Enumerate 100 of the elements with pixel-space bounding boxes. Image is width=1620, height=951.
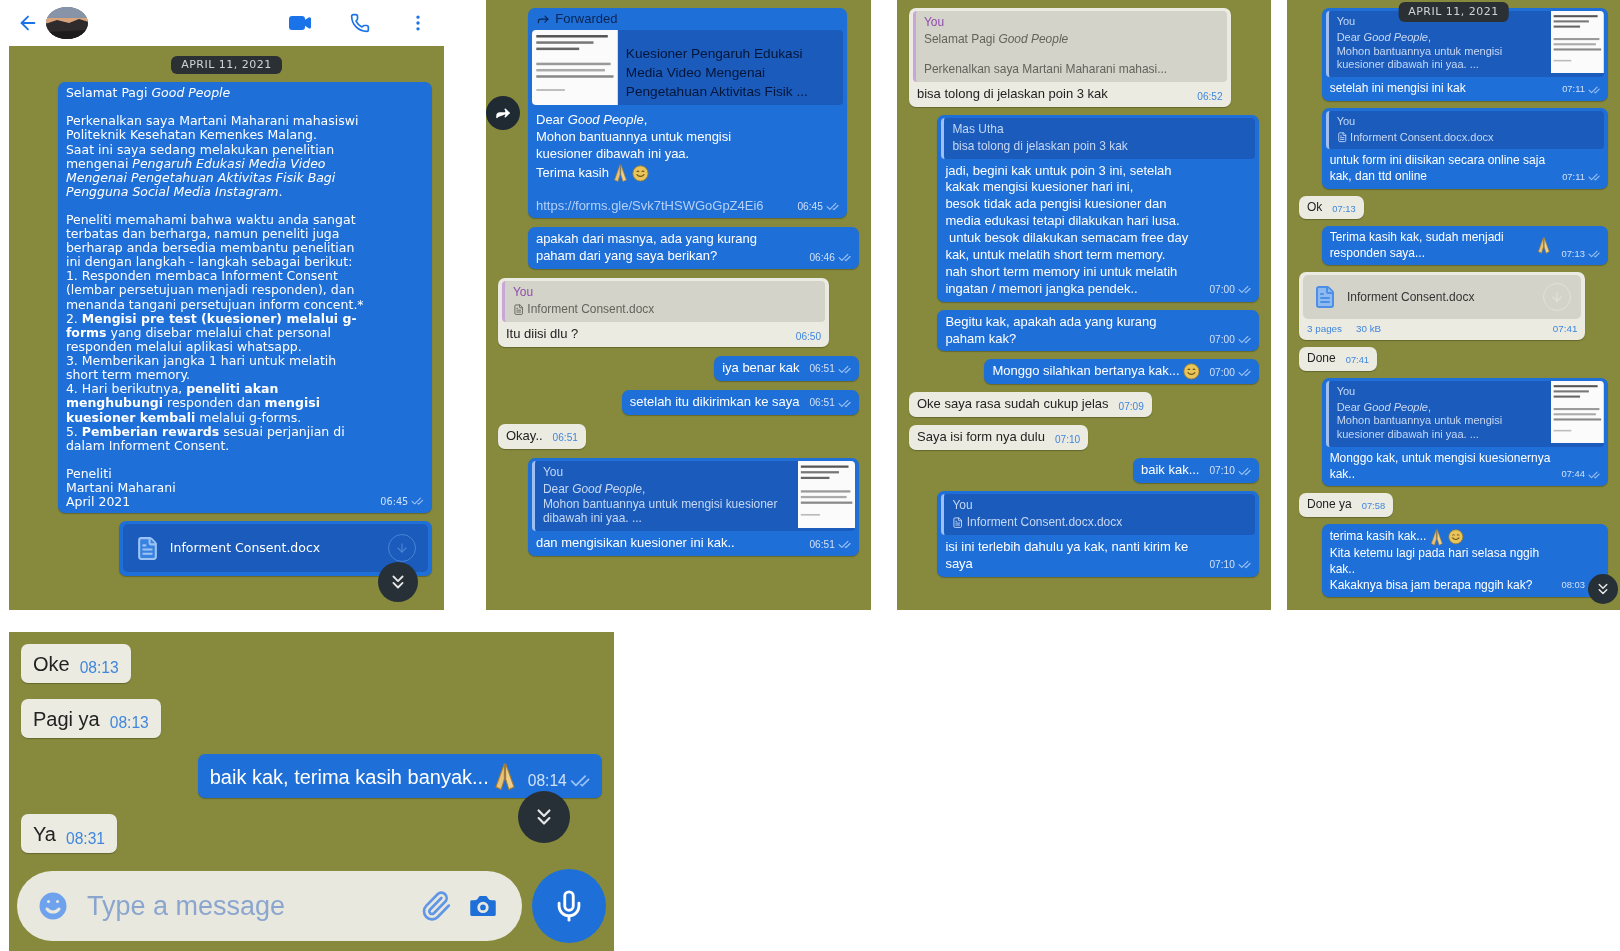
file-name: Informent Consent.docx <box>1347 289 1476 306</box>
date-chip: APRIL 11, 2021 <box>171 56 282 75</box>
message-text: setelah itu dikirimkan ke saya <box>629 393 800 411</box>
message-text: Pagi ya <box>33 707 100 732</box>
document-message[interactable]: Informent Consent.docx 3 pages 30 kB 07:41 <box>1299 272 1586 341</box>
message-text: bisa tolong di jelaskan poin 3 kak <box>917 85 1108 103</box>
message-time: 07:44 <box>1561 470 1585 480</box>
scroll-down-button[interactable] <box>518 791 570 843</box>
message-text: Itu diisi dlu ? <box>506 326 579 343</box>
quote-author: You <box>513 285 534 301</box>
message-text: Kakaknya bisa jam berapa nggih kak? <box>1329 577 1533 594</box>
message-input[interactable]: Type a message <box>17 871 522 942</box>
message-time: 07:11 <box>1562 85 1585 95</box>
message-text: Martani Maharani <box>65 480 177 495</box>
document-message[interactable]: Informent Consent.docx <box>118 521 432 577</box>
message-text: Peneliti <box>65 466 113 481</box>
message-text: Monggo silahkan bertanya kak... <box>992 363 1180 381</box>
double-check-icon <box>1587 171 1600 184</box>
quote-text: Informent Consent.docx.docx <box>1350 130 1494 145</box>
document-icon <box>1313 285 1337 310</box>
quoted-message[interactable]: You Informent Consent.docx <box>502 281 826 323</box>
forwarded-label: Forwarded <box>555 11 618 28</box>
message-text: iya benar kak <box>722 359 800 377</box>
message-text: baik kak... <box>1140 462 1200 479</box>
message-text: Okay.. <box>506 427 543 445</box>
quoted-message[interactable]: Mas Utha bisa tolong di jelaskan poin 3 kak <box>941 117 1255 159</box>
link-preview[interactable]: Kuesioner Pengaruh Edukasi Media Video Mengenai Pengetahuan Aktivitas Fisik ... <box>532 29 843 106</box>
quote-author: You <box>1336 114 1356 129</box>
message-time: 06:46 <box>809 252 835 263</box>
message-time: 07:13 <box>1332 204 1356 215</box>
file-name: Informent Consent.docx <box>169 541 322 556</box>
message-text: Mohon bantuannya untuk mengisi kuesioner dibawah ini yaa. <box>536 129 733 163</box>
quote-text: Dear Good People, Mohon bantuannya untuk mengisi kuesioner dibawah ini yaa. ... <box>1336 30 1504 73</box>
message-text: Peneliti memahami bahwa waktu anda sangat terbatas dan berharga, namun peneliti juga berharap anda bersedia membantu penelitian ini dengan langkah - langkah sebagai berikut: <box>65 212 357 270</box>
message-text: isi ini terlebih dahulu ya kak, nanti kirim ke saya <box>945 538 1190 573</box>
message-text: terima kasih kak... <box>1329 529 1427 545</box>
phone-icon[interactable] <box>350 13 370 33</box>
message-time: 06:51 <box>809 539 835 550</box>
quote-author: You <box>952 498 973 513</box>
message-time: 07:41 <box>1552 323 1578 337</box>
quoted-message[interactable]: You Informent Consent.docx.docx <box>1325 110 1604 150</box>
page-count: 3 pages <box>1307 323 1342 337</box>
message-text: 1. Responden membaca Informent Consent (lembar persetujuan menjadi responden), dan menanda tangani persetujuan inform concent.* <box>65 269 365 312</box>
quote-text: Dear Good People, Mohon bantuannya untuk mengisi kuesioner dibawah ini yaa. ... <box>1336 400 1504 442</box>
forward-button[interactable] <box>486 96 520 131</box>
message-text: Done <box>1307 351 1336 367</box>
message-time: 07:00 <box>1209 367 1235 378</box>
message-time: 06:51 <box>809 364 835 375</box>
message-text: Kita ketemu lagi pada hari selasa nggih kak.. <box>1329 546 1541 578</box>
message-time: 06:45 <box>797 201 823 212</box>
message-text: Ya <box>33 822 56 848</box>
quote-text: Selamat Pagi Good People Perkenalkan saya Martani Maharani mahasi... <box>924 31 1169 77</box>
quote-author: You <box>542 464 564 480</box>
message-text: Begitu kak, apakah ada yang kurang paham kak? <box>945 313 1158 348</box>
message-text: Perkenalkan saya Martani Maharani mahasiswi Politeknik Kesehatan Kemenkes Malang. <box>65 114 360 143</box>
scroll-down-button[interactable] <box>378 562 418 602</box>
message-text: apakah dari masnya, ada yang kurang paham dari yang saya berikan? <box>535 231 759 266</box>
quote-author: You <box>1336 15 1356 29</box>
message-text: untuk form ini diisikan secara online saja kak, dan ttd online <box>1329 153 1547 185</box>
quote-text: Dear Good People, Mohon bantuannya untuk mengisi kuesioner dibawah ini yaa. ... <box>542 481 779 527</box>
message-time: 06:45 <box>380 496 409 507</box>
link-title: Kuesioner Pengaruh Edukasi Media Video Mengenai Pengetahuan Aktivitas Fisik ... <box>625 44 809 102</box>
message-time: 08:14 <box>527 773 567 789</box>
double-check-icon <box>1587 248 1600 261</box>
message-time: 07:00 <box>1209 285 1235 296</box>
quoted-message[interactable]: You Dear Good People, Mohon bantuannya untuk mengisi kuesioner dibawah ini yaa. ... <box>1325 380 1604 447</box>
message-time: 06:51 <box>552 433 578 444</box>
quote-text: Informent Consent.docx.docx <box>966 514 1123 530</box>
message-time: 06:51 <box>809 398 835 409</box>
quoted-message[interactable]: You Selamat Pagi Good People Perkenalkan saya Martani Maharani mahasi... <box>913 11 1227 82</box>
message-text: Monggo kak, untuk mengisi kuesionernya kak.. <box>1329 450 1552 483</box>
message-text: Terima kasih kak, sudah menjadi responden saya... <box>1329 230 1505 262</box>
message-text: Oke <box>33 652 70 677</box>
message-time: 08:13 <box>109 715 149 731</box>
quote-text: bisa tolong di jelaskan poin 3 kak <box>952 138 1129 154</box>
message-text: 2. Mengisi pre test (kuesioner) melalui g-forms yang disebar melalui chat personal responden melalui aplikasi whatsapp. <box>65 311 358 355</box>
message-time: 07:10 <box>1209 466 1235 477</box>
quote-author: You <box>924 15 945 30</box>
message-text: Saya isi form nya dulu <box>917 429 1045 447</box>
message-field[interactable]: Type a message <box>85 889 406 923</box>
quoted-message[interactable]: You Dear Good People, Mohon bantuannya untuk mengisi kuesioner dibawah ini yaa. ... <box>531 460 855 532</box>
message-text: dan mengisikan kuesioner ini kak.. <box>535 535 735 553</box>
message-time: 07:11 <box>1562 172 1585 183</box>
quoted-message[interactable]: You Informent Consent.docx.docx <box>941 494 1255 535</box>
message-text: April 2021 <box>65 494 132 510</box>
message-time: 06:52 <box>1197 91 1223 102</box>
scroll-down-button[interactable] <box>1588 574 1618 604</box>
message-time: 08:13 <box>79 660 119 676</box>
message-time: 07:13 <box>1561 249 1585 259</box>
message-time: 07:58 <box>1361 502 1386 512</box>
message-text: Terima kasih <box>536 164 609 182</box>
message-text: Oke saya rasa sudah cukup jelas <box>917 396 1109 414</box>
file-size: 30 kB <box>1356 323 1382 337</box>
message-text: untuk besok dilakukan semacam free day kak, untuk melatih short term memory. <box>945 230 1190 264</box>
message-time: 07:00 <box>1209 334 1235 345</box>
message-time: 08:31 <box>66 830 105 847</box>
message-link[interactable]: https://forms.gle/Svk7tHSWGoGpZ4Ei6 <box>536 197 788 215</box>
attach-icon[interactable] <box>420 890 452 923</box>
message-text: setelah ini mengisi ini kak <box>1329 81 1466 97</box>
message-time: 07:41 <box>1345 356 1370 366</box>
